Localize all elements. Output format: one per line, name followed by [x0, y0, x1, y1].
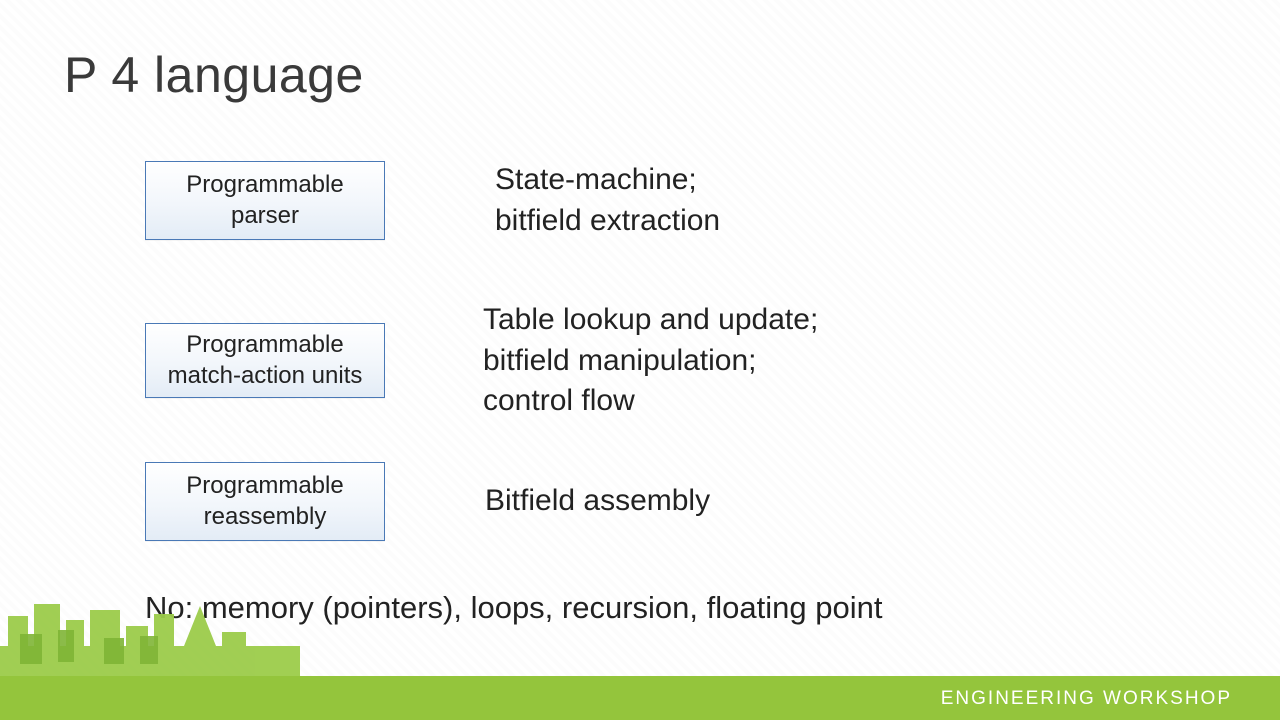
footnote: No: memory (pointers), loops, recursion,…	[145, 590, 882, 626]
row-match-action: Programmable match-action units Table lo…	[145, 300, 818, 422]
box-parser: Programmable parser	[145, 161, 385, 240]
footer-text: ENGINEERING WORKSHOP	[941, 688, 1232, 710]
desc-match-action: Table lookup and update; bitfield manipu…	[483, 300, 818, 422]
slide-title: P 4 language	[64, 46, 364, 104]
box-match-action: Programmable match-action units	[145, 323, 385, 398]
slide: P 4 language Programmable parser State-m…	[0, 0, 1280, 720]
row-parser: Programmable parser State-machine; bitfi…	[145, 160, 720, 241]
desc-reassembly: Bitfield assembly	[485, 481, 710, 522]
desc-parser: State-machine; bitfield extraction	[495, 160, 720, 241]
box-reassembly: Programmable reassembly	[145, 462, 385, 541]
footer-bar: ENGINEERING WORKSHOP	[0, 676, 1280, 720]
row-reassembly: Programmable reassembly Bitfield assembl…	[145, 462, 710, 541]
